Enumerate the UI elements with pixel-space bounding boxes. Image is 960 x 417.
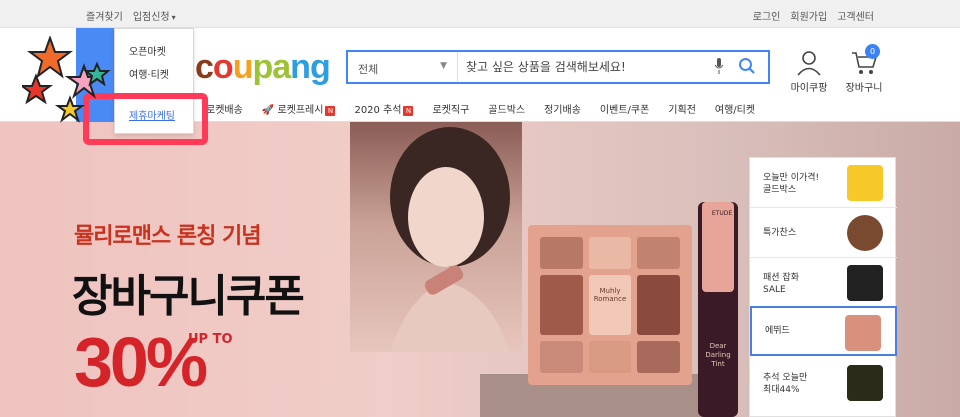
cart-button[interactable]: 0 장바구니 bbox=[840, 44, 888, 94]
new-badge: N bbox=[403, 106, 414, 116]
logo-letter: ng bbox=[290, 48, 331, 86]
palette-label: Muhly Romance bbox=[588, 275, 632, 335]
cart-label: 장바구니 bbox=[845, 83, 883, 94]
logo-letter: c bbox=[195, 48, 214, 86]
cart-count-badge: 0 bbox=[865, 44, 880, 59]
caret-down-icon: ▾ bbox=[171, 13, 176, 22]
gift-set-thumbnail bbox=[847, 365, 883, 401]
nav-item-rocket-fresh[interactable]: 🚀 로켓프레시 N bbox=[262, 101, 336, 116]
logo-letter: u bbox=[232, 48, 254, 86]
category-nav: 로켓배송 🚀 로켓프레시 N 2020 추석 N 로켓직구 골드박스 정기배송 이벤… bbox=[206, 101, 755, 116]
model-photo bbox=[350, 122, 522, 352]
nav-item-events[interactable]: 이벤트/쿠폰 bbox=[600, 101, 649, 116]
signup-link[interactable]: 회원가입 bbox=[790, 8, 827, 23]
logo-letter: o bbox=[212, 48, 234, 86]
nav-item-travel[interactable]: 여행/티켓 bbox=[715, 101, 755, 116]
search-bar: 전체 ▼ bbox=[346, 50, 770, 84]
store-apply-menu[interactable]: 입점신청 ▾ bbox=[133, 8, 176, 23]
nav-label: 2020 추석 bbox=[354, 105, 402, 116]
list-item[interactable]: 특가찬스 bbox=[750, 208, 897, 258]
shoes-thumbnail bbox=[847, 265, 883, 301]
banner-title: 장바구니쿠폰 bbox=[72, 271, 305, 322]
top-utility-bar: 즐겨찾기 입점신청 ▾ 로그인 회원가입 고객센터 bbox=[0, 0, 960, 28]
user-icon bbox=[797, 51, 821, 76]
model-illustration bbox=[390, 127, 510, 352]
dropdown-item-openmarket[interactable]: 오픈마켓 bbox=[129, 43, 166, 58]
eyeshadow-palette: Muhly Romance bbox=[528, 225, 692, 385]
my-coupang-label: 마이쿠팡 bbox=[790, 83, 828, 94]
list-item[interactable]: 패션 잡화 SALE bbox=[750, 258, 897, 308]
search-category-value: 전체 bbox=[358, 63, 379, 76]
nav-item-rocket-delivery[interactable]: 로켓배송 bbox=[206, 101, 243, 116]
palette-thumbnail bbox=[845, 315, 881, 351]
tint-brand: ETUDE bbox=[711, 210, 733, 217]
new-badge: N bbox=[325, 106, 336, 116]
tint-cap: ETUDE bbox=[702, 202, 734, 292]
my-coupang-button[interactable]: 마이쿠팡 bbox=[788, 50, 830, 94]
login-link[interactable]: 로그인 bbox=[753, 8, 781, 23]
nav-label: 로켓프레시 bbox=[277, 105, 324, 116]
tint-name: Dear Darling Tint bbox=[705, 342, 731, 369]
microphone-icon[interactable] bbox=[714, 58, 724, 74]
list-item-title: 오늘만 이가격! bbox=[763, 173, 820, 183]
nav-item-exhibitions[interactable]: 기획전 bbox=[668, 101, 696, 116]
list-item-title: 에뛰드 bbox=[765, 326, 790, 336]
logo-letter: pa bbox=[252, 48, 291, 86]
gift-box-icon bbox=[847, 165, 883, 201]
list-item[interactable]: 에뛰드 bbox=[750, 306, 897, 356]
side-promo-list: 오늘만 이가격! 골드박스 특가찬스 패션 잡화 SALE 에뛰드 추석 오늘만최대… bbox=[749, 157, 897, 417]
list-item[interactable]: 오늘만 이가격! 골드박스 bbox=[750, 158, 897, 208]
list-item-subtitle: 최대44% bbox=[763, 385, 800, 396]
stars-sticker-icon bbox=[22, 36, 111, 123]
nav-item-subscription[interactable]: 정기배송 bbox=[544, 101, 581, 116]
lip-tint: ETUDE Dear Darling Tint bbox=[698, 202, 738, 417]
favorites-link[interactable]: 즐겨찾기 bbox=[86, 8, 123, 23]
search-icon[interactable] bbox=[738, 57, 756, 75]
list-item-subtitle: SALE bbox=[763, 285, 786, 296]
dropdown-arrow-icon: ▼ bbox=[440, 61, 447, 71]
customer-center-link[interactable]: 고객센터 bbox=[837, 8, 874, 23]
nav-item-goldbox[interactable]: 골드박스 bbox=[488, 101, 525, 116]
coupang-logo[interactable]: coupang bbox=[195, 48, 331, 87]
food-thumbnail bbox=[847, 215, 883, 251]
search-category-select[interactable]: 전체 ▼ bbox=[348, 52, 458, 82]
banner-subtitle: 뮬리로맨스 론칭 기념 bbox=[74, 224, 261, 249]
search-input[interactable] bbox=[466, 58, 706, 76]
nav-item-rocket-direct[interactable]: 로켓직구 bbox=[432, 101, 469, 116]
list-item-title: 추석 오늘만 bbox=[763, 373, 808, 383]
rocket-icon: 🚀 bbox=[261, 105, 275, 116]
nav-item-chuseok[interactable]: 2020 추석 N bbox=[354, 101, 414, 116]
list-item[interactable]: 추석 오늘만최대44% bbox=[750, 358, 897, 408]
list-item-title: 특가찬스 bbox=[763, 228, 797, 238]
list-item-title: 패션 잡화 bbox=[763, 273, 799, 283]
store-apply-label: 입점신청 bbox=[132, 12, 170, 23]
discount-percent: 30% bbox=[74, 323, 208, 401]
list-item-subtitle: 골드박스 bbox=[763, 185, 797, 196]
dropdown-item-travel[interactable]: 여행·티켓 bbox=[129, 66, 169, 81]
